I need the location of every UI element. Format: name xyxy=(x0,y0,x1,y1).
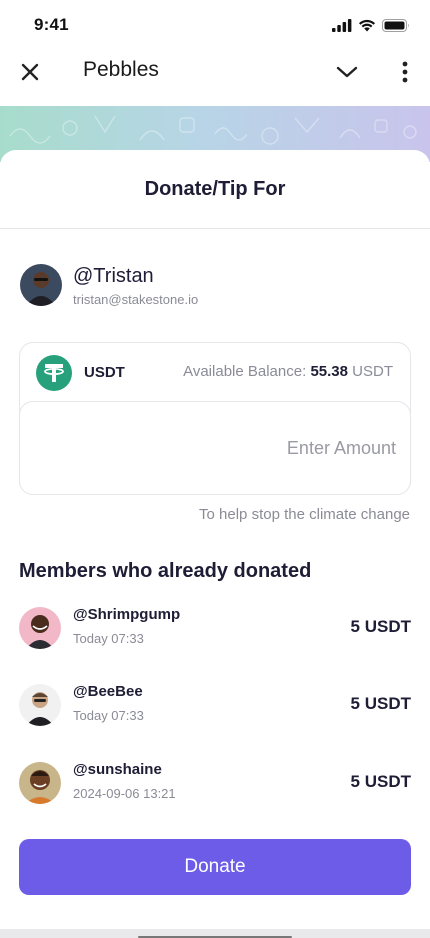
available-balance: Available Balance: 55.38 USDT xyxy=(183,363,393,380)
donors-section-title: Members who already donated xyxy=(19,560,312,582)
more-vertical-icon xyxy=(402,61,408,83)
donate-button[interactable]: Donate xyxy=(19,839,411,895)
donor-time: Today 07:33 xyxy=(73,708,144,723)
amount-input-box xyxy=(19,401,411,495)
tether-icon xyxy=(36,355,72,391)
donor-amount: 5 USDT xyxy=(350,617,411,636)
donor-name: @BeeBee xyxy=(73,683,143,700)
collapse-button[interactable] xyxy=(332,58,362,86)
donor-avatar xyxy=(19,684,61,726)
sheet-title: Donate/Tip For xyxy=(144,178,286,200)
recipient-info: @Tristan tristan@stakestone.io xyxy=(20,264,410,308)
status-time: 9:41 xyxy=(34,15,69,34)
balance-unit: USDT xyxy=(352,363,393,380)
chevron-down-icon xyxy=(336,66,358,78)
wifi-icon xyxy=(359,19,375,31)
balance-label: Available Balance: xyxy=(183,363,307,380)
top-bar: Pebbles xyxy=(0,50,430,92)
donor-row: @Shrimpgump Today 07:33 5 USDT xyxy=(19,606,411,650)
donor-name: @sunshaine xyxy=(73,761,162,778)
cellular-signal-icon xyxy=(332,18,352,32)
amount-input[interactable] xyxy=(32,430,396,466)
close-icon xyxy=(21,63,39,81)
helper-text: To help stop the climate change xyxy=(199,506,410,523)
status-icons xyxy=(332,18,410,32)
token-name: USDT xyxy=(84,364,125,381)
app-title: Pebbles xyxy=(83,58,159,81)
donor-avatar xyxy=(19,607,61,649)
divider xyxy=(0,228,430,229)
donor-row: @sunshaine 2024-09-06 13:21 5 USDT xyxy=(19,761,411,805)
token-row[interactable]: USDT Available Balance: 55.38 USDT xyxy=(20,343,410,401)
donor-row: @BeeBee Today 07:33 5 USDT xyxy=(19,683,411,727)
donor-amount: 5 USDT xyxy=(350,772,411,791)
close-button[interactable] xyxy=(16,58,44,86)
donor-time: Today 07:33 xyxy=(73,631,144,646)
donor-amount: 5 USDT xyxy=(350,694,411,713)
donor-time: 2024-09-06 13:21 xyxy=(73,786,176,801)
more-options-button[interactable] xyxy=(392,56,418,88)
donor-name: @Shrimpgump xyxy=(73,606,181,623)
recipient-name: @Tristan xyxy=(73,265,154,287)
donor-avatar xyxy=(19,762,61,804)
balance-value: 55.38 xyxy=(310,363,348,380)
status-bar: 9:41 xyxy=(0,0,430,50)
donate-sheet: Donate/Tip For @Tristan tristan@stakesto… xyxy=(0,150,430,938)
recipient-email: tristan@stakestone.io xyxy=(73,292,199,307)
recipient-avatar xyxy=(20,264,62,306)
battery-icon xyxy=(382,18,409,32)
amount-card: USDT Available Balance: 55.38 USDT xyxy=(19,342,411,495)
